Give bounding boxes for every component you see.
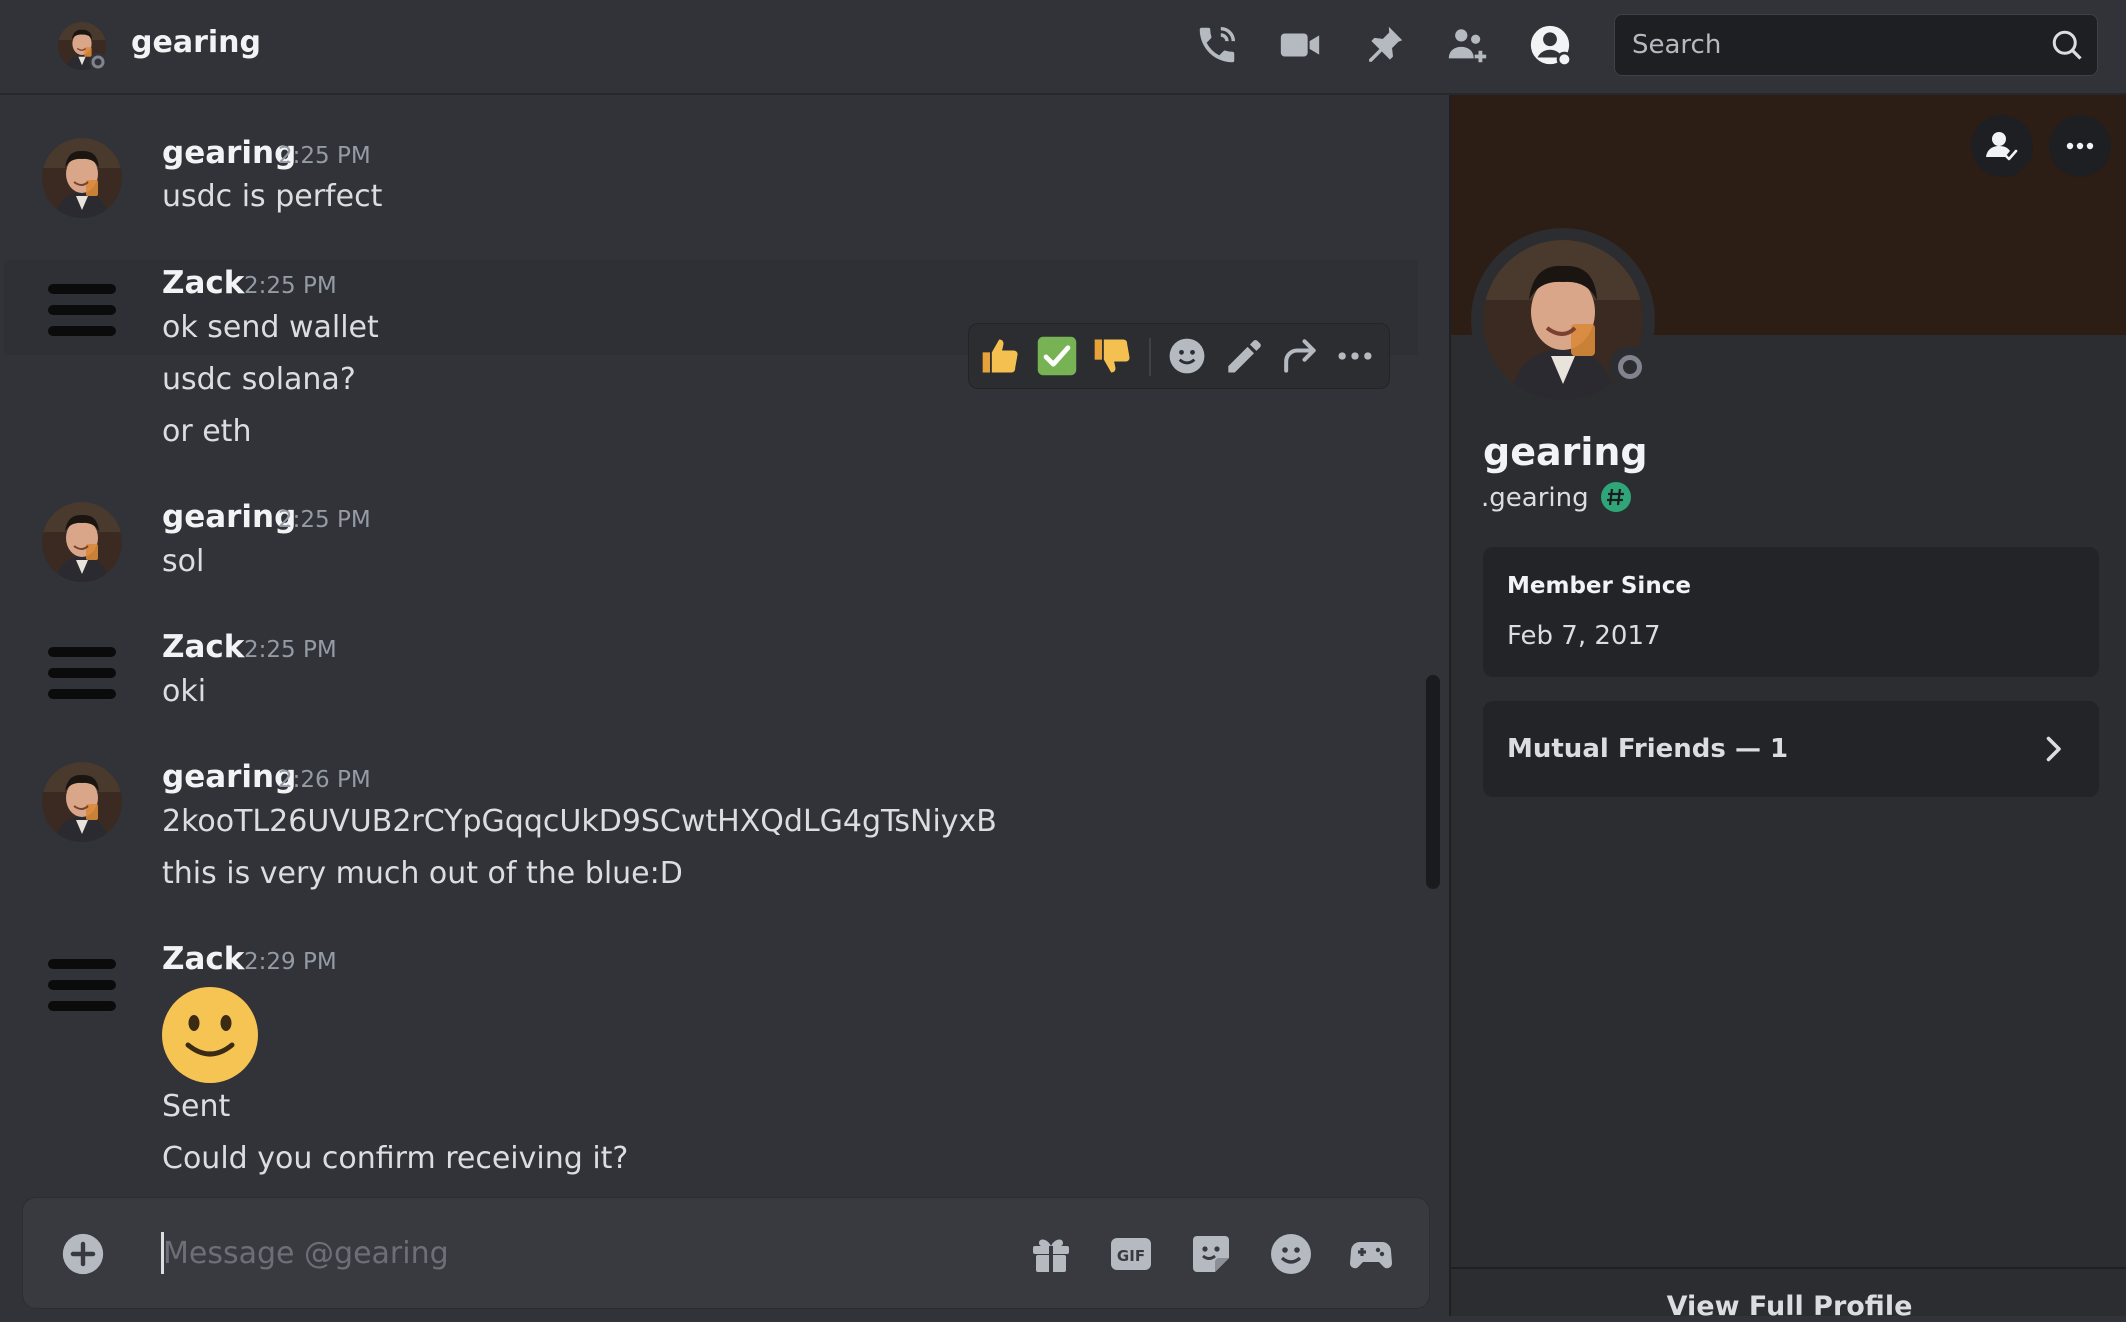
avatar[interactable] — [46, 955, 118, 1015]
message-list[interactable]: gearing 2:25 PM usdc is perfect Zack 2:2… — [0, 95, 1448, 1205]
message-author[interactable]: Zack — [162, 941, 244, 977]
user-profile-icon[interactable] — [1527, 22, 1573, 68]
check-mark-reaction-icon[interactable] — [1035, 334, 1079, 378]
message-text: oki — [162, 674, 207, 709]
view-full-profile-link[interactable]: View Full Profile — [1451, 1291, 2126, 1322]
member-since-value: Feb 7, 2017 — [1507, 621, 1661, 651]
message-text: ok send wallet — [162, 310, 379, 345]
avatar[interactable] — [46, 280, 118, 340]
more-options-icon[interactable] — [1333, 334, 1377, 378]
search-bar[interactable]: Search — [1614, 14, 2098, 76]
avatar[interactable] — [46, 643, 118, 703]
search-placeholder: Search — [1632, 30, 1722, 60]
text-caret — [161, 1232, 164, 1274]
message-timestamp: 2:25 PM — [244, 637, 337, 663]
message-text: Sent — [162, 1089, 231, 1124]
emoji-icon[interactable] — [1267, 1230, 1315, 1278]
sticker-icon[interactable] — [1187, 1230, 1235, 1278]
profile-username[interactable]: .gearing — [1481, 483, 1589, 513]
user-profile-panel: gearing .gearing Member Since Feb 7, 201… — [1449, 95, 2126, 1322]
friend-added-icon[interactable] — [1971, 115, 2033, 177]
more-options-icon[interactable] — [2049, 115, 2111, 177]
message-text: sol — [162, 544, 205, 579]
chat-scrollbar[interactable] — [1426, 675, 1440, 889]
member-since-label: Member Since — [1507, 573, 1691, 599]
action-bar-divider — [1149, 338, 1151, 376]
message-text: usdc is perfect — [162, 179, 383, 214]
thumbs-down-reaction-icon[interactable] — [1091, 334, 1135, 378]
message-timestamp: 2:26 PM — [278, 767, 371, 793]
message-author[interactable]: gearing — [162, 759, 296, 795]
message-author[interactable]: Zack — [162, 265, 244, 301]
message-author[interactable]: gearing — [162, 135, 296, 171]
message-text: usdc solana? — [162, 362, 356, 397]
mutual-friends-button[interactable]: Mutual Friends — 1 — [1483, 701, 2099, 797]
video-call-icon[interactable] — [1277, 22, 1323, 68]
message-action-bar — [968, 323, 1390, 389]
profile-avatar[interactable] — [1471, 228, 1655, 412]
message-author[interactable]: Zack — [162, 629, 244, 665]
message-timestamp: 2:29 PM — [244, 949, 337, 975]
hashtag-badge-icon[interactable] — [1599, 480, 1633, 514]
dm-avatar[interactable] — [56, 20, 108, 72]
message-input[interactable] — [161, 1224, 1025, 1282]
message-text: 2kooTL26UVUB2rCYpGqqcUkD9SCwtHXQdLG4gTsN… — [162, 804, 997, 839]
message-timestamp: 2:25 PM — [278, 507, 371, 533]
member-since-card: Member Since Feb 7, 2017 — [1483, 547, 2099, 677]
offline-status-indicator — [1609, 346, 1651, 388]
profile-footer: View Full Profile — [1451, 1267, 2126, 1322]
message-composer: GIF — [22, 1197, 1430, 1309]
message-timestamp: 2:25 PM — [278, 143, 371, 169]
apps-game-icon[interactable] — [1347, 1230, 1395, 1278]
profile-display-name: gearing — [1483, 430, 1648, 474]
message-timestamp: 2:25 PM — [244, 273, 337, 299]
dm-header: gearing Search — [0, 0, 2126, 95]
chevron-right-icon — [2035, 731, 2071, 767]
upload-plus-icon[interactable] — [61, 1232, 105, 1276]
avatar[interactable] — [42, 138, 122, 218]
add-friends-to-dm-icon[interactable] — [1444, 22, 1490, 68]
search-icon[interactable] — [2049, 27, 2085, 63]
gif-icon[interactable]: GIF — [1107, 1230, 1155, 1278]
dm-title: gearing — [131, 25, 261, 60]
add-reaction-icon[interactable] — [1165, 334, 1209, 378]
slightly-smiling-face-emoji[interactable] — [160, 985, 260, 1085]
forward-message-icon[interactable] — [1277, 334, 1321, 378]
avatar[interactable] — [42, 502, 122, 582]
thumbs-up-reaction-icon[interactable] — [979, 334, 1023, 378]
message-text: Could you confirm receiving it? — [162, 1141, 629, 1176]
svg-text:GIF: GIF — [1117, 1247, 1145, 1265]
pinned-messages-icon[interactable] — [1361, 22, 1407, 68]
gift-icon[interactable] — [1027, 1230, 1075, 1278]
voice-call-icon[interactable] — [1194, 22, 1240, 68]
message-text: or eth — [162, 414, 252, 449]
mutual-friends-label: Mutual Friends — 1 — [1507, 734, 1789, 764]
edit-message-icon[interactable] — [1221, 334, 1265, 378]
message-author[interactable]: gearing — [162, 499, 296, 535]
avatar[interactable] — [42, 762, 122, 842]
message-text: this is very much out of the blue:D — [162, 856, 683, 891]
